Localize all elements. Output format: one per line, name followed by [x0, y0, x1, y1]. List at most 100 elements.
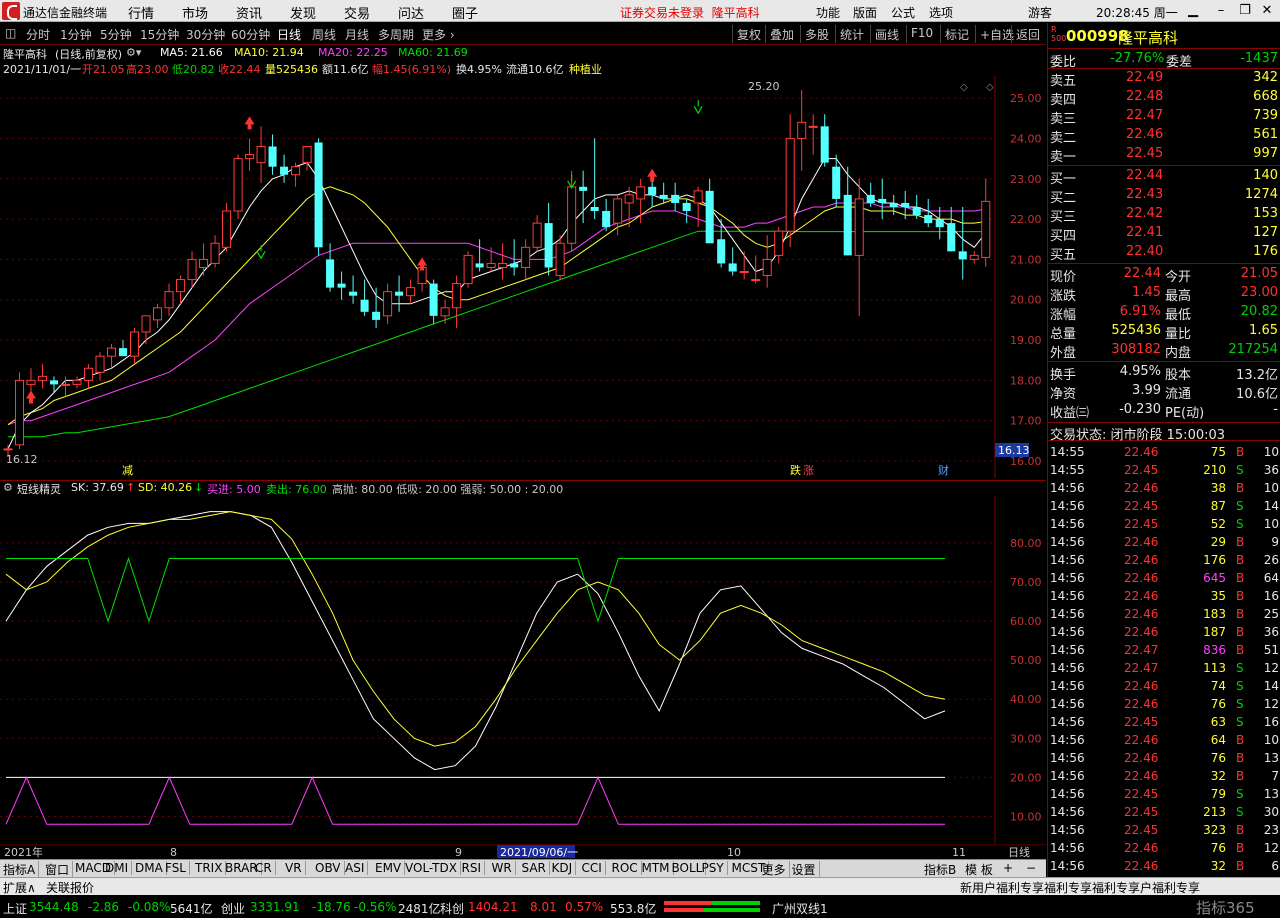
server-region[interactable]: 广州双线1 — [772, 900, 828, 917]
sh-label[interactable]: 上证 — [3, 900, 27, 917]
btn-tongji[interactable]: 统计 — [835, 25, 868, 43]
menu-jiaoyi[interactable]: 交易 — [344, 3, 370, 22]
tab-right-0[interactable]: 指标B — [924, 861, 956, 878]
tick-row[interactable]: 14:56 22.47 836 B 51 — [1048, 642, 1280, 660]
period-5min[interactable]: 5分钟 — [100, 26, 132, 43]
sell-level-5[interactable]: 卖五 22.49 342 — [1048, 69, 1280, 89]
period-daily[interactable]: 日线 — [277, 26, 301, 43]
tab-right-1[interactable]: 模 板 — [965, 861, 993, 878]
cy-label[interactable]: 创业 — [221, 900, 245, 917]
menu-hangqing[interactable]: 行情 — [128, 3, 154, 22]
buy-level-5[interactable]: 买五 22.40 176 — [1048, 243, 1280, 263]
gear-icon[interactable]: ⚙▾ — [126, 46, 141, 59]
candlestick-chart[interactable]: 25.20 16.12 减 跌 涨 财 25.00 24.00 23.00 22.00… — [0, 76, 1046, 478]
btn-biaoji[interactable]: 标记 — [940, 25, 973, 43]
tab-指标a[interactable]: 指标A — [3, 861, 40, 878]
close-chart-icon[interactable]: ◇ — [986, 82, 994, 93]
btn-duogu[interactable]: 多股 — [800, 25, 833, 43]
tick-row[interactable]: 14:55 22.45 210 S 36 — [1048, 462, 1280, 480]
tick-row[interactable]: 14:56 22.46 74 S 14 — [1048, 678, 1280, 696]
tick-row[interactable]: 14:56 22.45 87 S 14 — [1048, 498, 1280, 516]
tab-emv[interactable]: EMV — [375, 861, 406, 875]
tab-cci[interactable]: CCI — [582, 861, 606, 875]
btn-fuquan[interactable]: 复权 — [732, 25, 765, 43]
menu-gongshi[interactable]: 公式 — [891, 4, 915, 21]
tab-rsi[interactable]: RSI — [462, 861, 485, 875]
tab-roc[interactable]: ROC — [612, 861, 642, 875]
close-icon[interactable]: ✕ — [1258, 2, 1276, 20]
sell-level-1[interactable]: 卖一 22.45 997 — [1048, 145, 1280, 165]
period-multi[interactable]: 多周期 — [378, 26, 414, 43]
tab-cr[interactable]: CR — [255, 861, 276, 875]
tab-dmi[interactable]: DMI — [105, 861, 133, 875]
login-warning[interactable]: 证券交易未登录 隆平高科 — [620, 4, 760, 21]
tab-kdj[interactable]: KDJ — [552, 861, 577, 875]
tick-row[interactable]: 14:56 22.46 76 S 12 — [1048, 696, 1280, 714]
menu-faxian[interactable]: 发现 — [290, 3, 316, 22]
tab-窗口[interactable]: 窗口 — [45, 861, 74, 878]
tick-row[interactable]: 14:56 22.47 113 S 12 — [1048, 660, 1280, 678]
tick-row[interactable]: 14:56 22.46 76 B 13 — [1048, 750, 1280, 768]
tick-row[interactable]: 14:56 22.46 64 B 10 — [1048, 732, 1280, 750]
restore-icon[interactable]: ❐ — [1236, 2, 1254, 20]
sell-level-4[interactable]: 卖四 22.48 668 — [1048, 88, 1280, 108]
tick-row[interactable]: 14:56 22.46 176 B 26 — [1048, 552, 1280, 570]
expand-chart-icon[interactable]: ◇ — [960, 82, 968, 93]
tab-asi[interactable]: ASI — [345, 861, 369, 875]
sell-level-2[interactable]: 卖二 22.46 561 — [1048, 126, 1280, 146]
tick-row[interactable]: 14:56 22.46 38 B 10 — [1048, 480, 1280, 498]
tab-right-2[interactable]: + — [1003, 861, 1013, 875]
tick-row[interactable]: 14:56 22.45 52 S 10 — [1048, 516, 1280, 534]
tab-sar[interactable]: SAR — [522, 861, 550, 875]
tick-row[interactable]: 14:56 22.46 32 B 7 — [1048, 768, 1280, 786]
btn-f10[interactable]: F10 — [906, 25, 937, 43]
btn-back[interactable]: 返回 — [1011, 25, 1044, 43]
period-60min[interactable]: 60分钟 — [231, 26, 270, 43]
indicator-chart[interactable]: 80.00 70.00 60.00 50.00 40.00 30.00 20.00 10.00 — [0, 496, 1046, 844]
tab-vr[interactable]: VR — [285, 861, 306, 875]
expand-button[interactable]: 扩展∧ — [3, 879, 36, 896]
tick-row[interactable]: 14:56 22.46 32 B 6 — [1048, 858, 1280, 876]
buy-level-4[interactable]: 买四 22.41 127 — [1048, 224, 1280, 244]
tick-row[interactable]: 14:56 22.46 29 B 9 — [1048, 534, 1280, 552]
tab-trix[interactable]: TRIX — [195, 861, 227, 875]
period-monthly[interactable]: 月线 — [345, 26, 369, 43]
tick-row[interactable]: 14:56 22.46 76 B 12 — [1048, 840, 1280, 858]
tick-row[interactable]: 14:56 22.45 79 S 13 — [1048, 786, 1280, 804]
tab-fsl[interactable]: FSL — [165, 861, 190, 875]
tick-row[interactable]: 14:55 22.46 75 B 10 — [1048, 444, 1280, 462]
tab-mtm[interactable]: MTM — [642, 861, 674, 875]
kc-label[interactable]: 科创 — [440, 900, 464, 917]
period-more[interactable]: 更多 › — [422, 26, 455, 43]
buy-level-3[interactable]: 买三 22.42 153 — [1048, 205, 1280, 225]
tick-row[interactable]: 14:56 22.45 63 S 16 — [1048, 714, 1280, 732]
tab-vol-tdx[interactable]: VOL-TDX — [405, 861, 461, 875]
period-15min[interactable]: 15分钟 — [140, 26, 179, 43]
period-weekly[interactable]: 周线 — [312, 26, 336, 43]
sell-level-3[interactable]: 卖三 22.47 739 — [1048, 107, 1280, 127]
tick-row[interactable]: 14:56 22.46 187 B 36 — [1048, 624, 1280, 642]
user-guest[interactable]: 游客 — [1028, 4, 1052, 21]
tab-wr[interactable]: WR — [492, 861, 516, 875]
tick-row[interactable]: 14:56 22.46 183 B 25 — [1048, 606, 1280, 624]
tab-psy[interactable]: PSY — [702, 861, 728, 875]
tick-row[interactable]: 14:56 22.45 213 S 30 — [1048, 804, 1280, 822]
tab-dma[interactable]: DMA — [135, 861, 167, 875]
menu-wenda[interactable]: 问达 — [398, 3, 424, 22]
tab-right-3[interactable]: − — [1026, 861, 1036, 875]
tab-设置[interactable]: 设置 — [792, 861, 820, 878]
minimize-button-icon[interactable]: – — [1212, 2, 1230, 20]
period-30min[interactable]: 30分钟 — [186, 26, 225, 43]
menu-zixun[interactable]: 资讯 — [236, 3, 262, 22]
tab-obv[interactable]: OBV — [315, 861, 345, 875]
menu-quanzi[interactable]: 圈子 — [452, 3, 478, 22]
menu-banmian[interactable]: 版面 — [853, 4, 877, 21]
btn-huaxian[interactable]: 画线 — [870, 25, 903, 43]
tick-row[interactable]: 14:56 22.46 35 B 16 — [1048, 588, 1280, 606]
tick-row[interactable]: 14:56 22.46 645 B 64 — [1048, 570, 1280, 588]
menu-gongneng[interactable]: 功能 — [816, 4, 840, 21]
period-fenshi[interactable]: 分时 — [26, 26, 50, 43]
minimize-icon[interactable]: ▁ — [1184, 2, 1202, 20]
buy-level-1[interactable]: 买一 22.44 140 — [1048, 167, 1280, 187]
menu-shichang[interactable]: 市场 — [182, 3, 208, 22]
